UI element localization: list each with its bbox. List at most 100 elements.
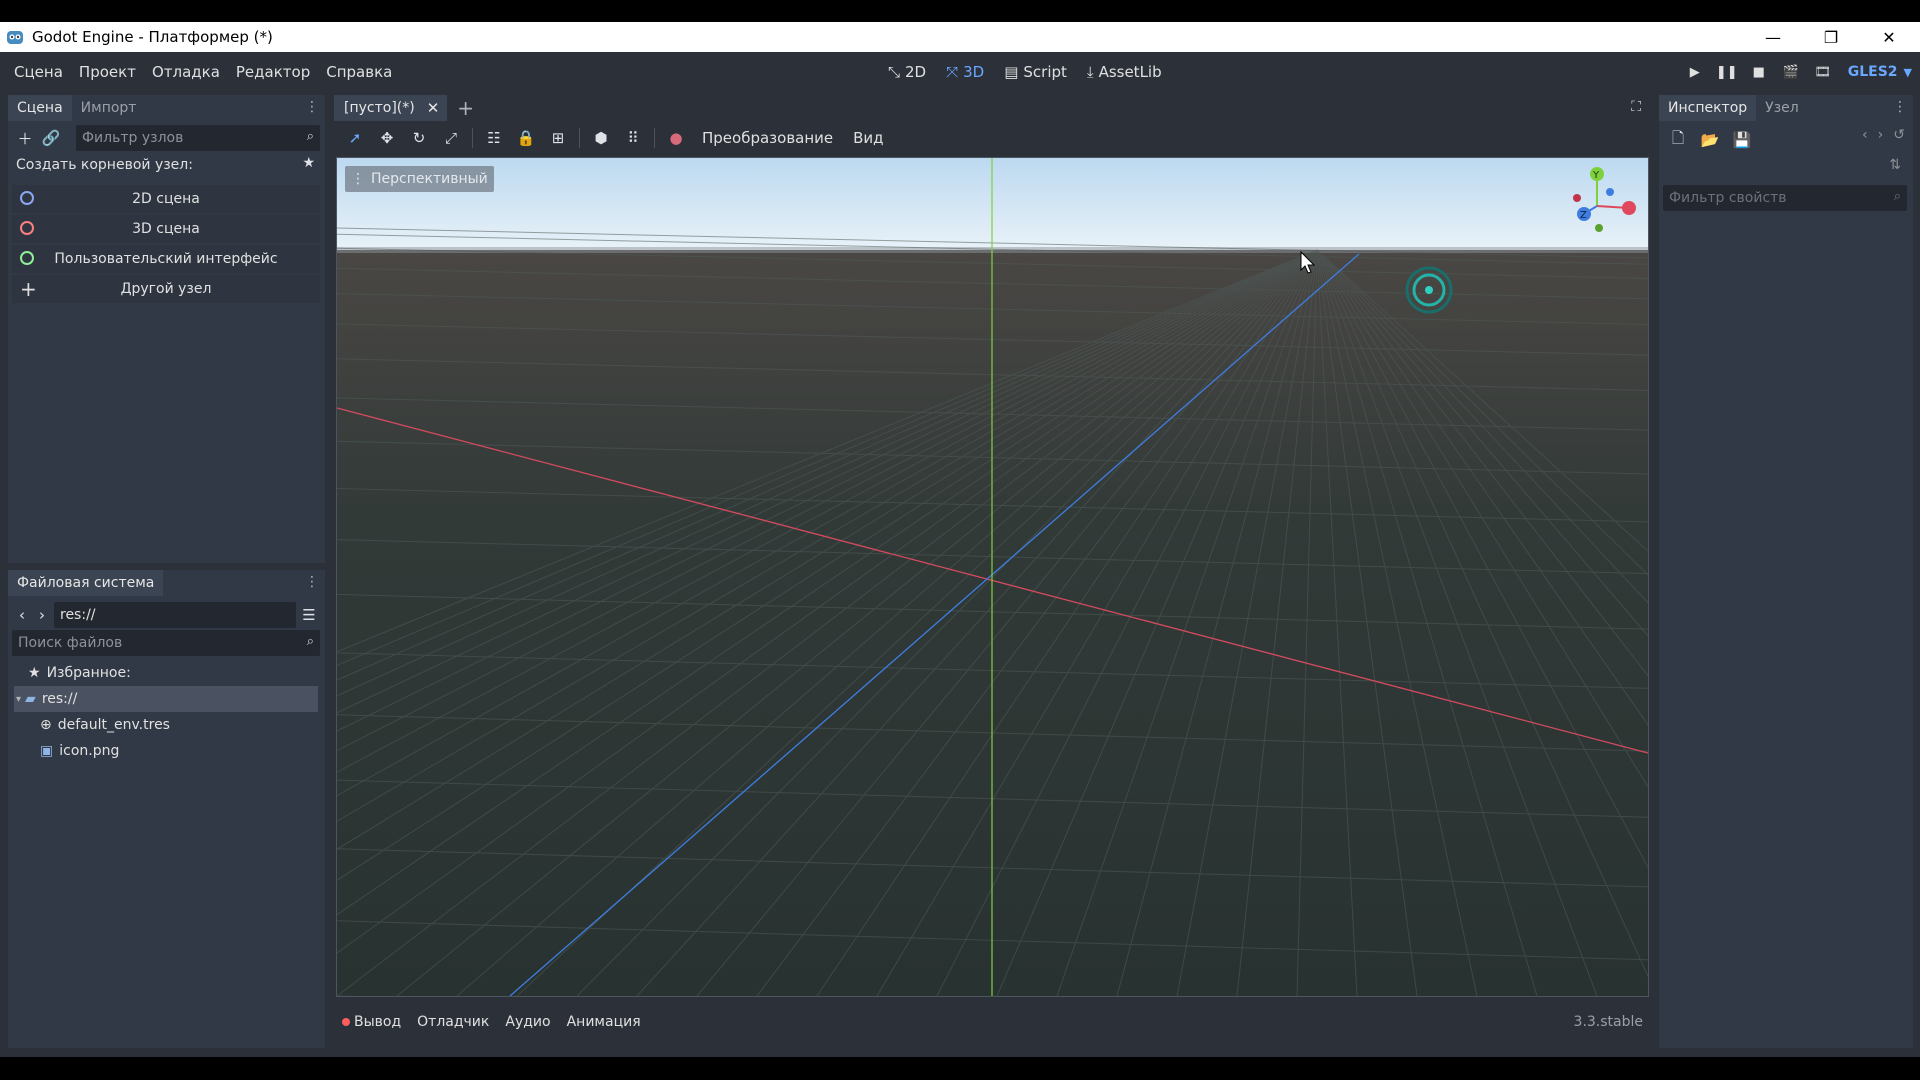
add-node-icon[interactable]: ＋ [12,125,38,151]
local-space-icon[interactable]: ⬢ [586,125,616,151]
toolbar-separator [654,128,655,148]
save-icon[interactable]: 💾 [1729,127,1755,153]
godot-logo-icon [7,31,23,44]
menu-help[interactable]: Справка [318,63,400,81]
menu-editor[interactable]: Редактор [228,63,318,81]
split-view-icon[interactable]: ☰ [296,602,322,628]
workspace-script-button[interactable]: ▤ Script [996,63,1075,81]
camera-override-icon[interactable]: ● [661,125,691,151]
fs-path-input[interactable]: res:// [54,602,296,628]
close-window-button[interactable]: ✕ [1860,22,1918,52]
menu-project[interactable]: Проект [71,63,144,81]
assetlib-icon: ⤓ [1086,63,1094,81]
file-tree: ★ Избранное: ▾ ▰ res:// ⊕ default_env.tr… [14,660,318,764]
play-icon[interactable]: ▶ [1682,59,1708,85]
create-root-label: Создать корневой узел: [16,157,193,173]
tab-animation[interactable]: Анимация [559,1014,649,1030]
minimize-button[interactable]: — [1744,22,1802,52]
workspace-3d-button[interactable]: ⤧ 3D [938,63,992,81]
open-folder-icon[interactable]: 📂 [1697,127,1723,153]
search-icon: ⌕ [1893,189,1901,204]
audio-listener-icon[interactable] [1405,266,1453,314]
history-back-icon[interactable]: ‹ [1862,127,1868,143]
pause-icon[interactable]: ❚❚ [1714,59,1740,85]
chevron-down-icon[interactable]: ▼ [1904,66,1912,79]
main-editor-area: [пусто](*) ✕ + ⛶ ➚ ✥ ↻ ⤢ ☷ 🔒 ⊞ ⬢ ⠿ ● Пре… [334,95,1651,1048]
scene-dock: Сцена Импорт ⋮ ＋ 🔗 Фильтр узлов ⌕ Создат… [8,95,325,563]
window-title: Godot Engine - Платформер (*) [32,28,273,46]
res-root-row[interactable]: ▾ ▰ res:// [14,686,318,712]
menu-dots-icon: ⋮ [351,171,365,187]
tab-inspector[interactable]: Инспектор [1659,95,1757,121]
tab-filesystem[interactable]: Файловая система [8,570,164,596]
add-tab-icon[interactable]: + [457,96,474,120]
list-select-icon[interactable]: ☷ [479,125,509,151]
menu-scene[interactable]: Сцена [6,63,71,81]
node-filter-input[interactable]: Фильтр узлов ⌕ [76,125,320,151]
root-3d-scene-button[interactable]: 3D сцена [12,215,320,243]
toolbar-separator [472,128,473,148]
3d-viewport[interactable]: Y Z ⋮ Перспективный [336,157,1649,997]
dock-menu-icon[interactable]: ⋮ [305,99,319,115]
favorites-star-icon[interactable]: ★ [302,155,315,171]
root-ui-button[interactable]: Пользовательский интерфейс [12,245,320,273]
back-icon[interactable]: ‹ [12,602,32,628]
menu-debug[interactable]: Отладка [144,63,228,81]
tab-debugger[interactable]: Отладчик [409,1014,497,1030]
instance-scene-icon[interactable]: 🔗 [38,125,64,151]
script-icon: ▤ [1004,63,1019,81]
scene-tabs: [пусто](*) ✕ + ⛶ [334,95,1651,121]
new-resource-icon[interactable]: 🗋 [1665,127,1691,153]
close-tab-icon[interactable]: ✕ [427,99,440,117]
search-icon: ⌕ [306,129,314,144]
root-2d-scene-button[interactable]: 2D сцена [12,185,320,213]
spatial-icon [20,221,34,235]
snap-icon[interactable]: ⠿ [618,125,648,151]
favorites-row[interactable]: ★ Избранное: [14,660,318,686]
file-row[interactable]: ▣ icon.png [14,738,318,764]
tab-scene[interactable]: Сцена [8,95,72,121]
viewport-scene[interactable]: Y Z [337,158,1648,996]
sort-icon[interactable]: ⇅ [1889,157,1901,173]
workspace-2d-button[interactable]: ⤡ 2D [880,63,934,81]
select-tool-icon[interactable]: ➚ [340,125,370,151]
history-icon[interactable]: ↺ [1893,127,1905,143]
root-other-node-button[interactable]: + Другой узел [12,275,320,303]
viewport-toolbar: ➚ ✥ ↻ ⤢ ☷ 🔒 ⊞ ⬢ ⠿ ● Преобразование Вид [334,123,1651,153]
lock-icon[interactable]: 🔒 [511,125,541,151]
scene-tab[interactable]: [пусто](*) ✕ [334,95,448,121]
add-icon: + [20,277,37,301]
svg-text:Z: Z [1580,210,1587,221]
play-custom-scene-icon[interactable]: 🎞 [1810,59,1836,85]
tab-audio[interactable]: Аудио [497,1014,558,1030]
move-tool-icon[interactable]: ✥ [372,125,402,151]
tab-import[interactable]: Импорт [72,95,146,121]
play-scene-icon[interactable]: 🎬 [1778,59,1804,85]
filesystem-dock: Файловая система ⋮ ‹ › res:// ☰ Поиск фа… [8,570,325,1048]
dock-menu-icon[interactable]: ⋮ [305,574,319,590]
distraction-free-icon[interactable]: ⛶ [1631,99,1641,115]
history-forward-icon[interactable]: › [1878,127,1884,143]
maximize-button[interactable]: ❐ [1802,22,1860,52]
2d-icon: ⤡ [888,63,901,81]
perspective-menu-button[interactable]: ⋮ Перспективный [345,166,494,192]
view-menu[interactable]: Вид [844,129,892,147]
window-titlebar: Godot Engine - Платформер (*) [0,22,1920,52]
file-search-input[interactable]: Поиск файлов ⌕ [12,630,320,656]
workspace-assetlib-button[interactable]: ⤓ AssetLib [1079,63,1170,81]
folder-icon: ▰ [25,691,36,707]
tab-node[interactable]: Узел [1756,95,1808,121]
tab-output[interactable]: Вывод [334,1014,409,1030]
run-controls: ▶ ❚❚ ■ 🎬 🎞 GLES2 ▼ [1682,52,1912,92]
transform-menu[interactable]: Преобразование [693,129,842,147]
workspace-switcher: ⤡ 2D ⤧ 3D ▤ Script ⤓ AssetLib [880,52,1170,92]
rotate-tool-icon[interactable]: ↻ [404,125,434,151]
file-row[interactable]: ⊕ default_env.tres [14,712,318,738]
dock-menu-icon[interactable]: ⋮ [1893,99,1907,115]
scale-tool-icon[interactable]: ⤢ [436,125,466,151]
property-filter-input[interactable]: Фильтр свойств ⌕ [1663,185,1907,211]
renderer-selector[interactable]: GLES2 [1848,64,1898,80]
group-icon[interactable]: ⊞ [543,125,573,151]
forward-icon[interactable]: › [32,602,52,628]
stop-icon[interactable]: ■ [1746,59,1772,85]
